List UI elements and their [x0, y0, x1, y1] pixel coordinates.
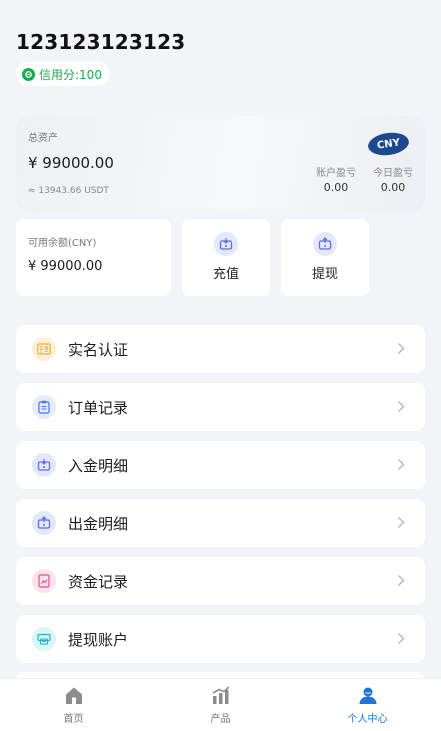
bottom-tab-bar: 首页 产品 个人中心 — [0, 678, 441, 731]
tab-label: 产品 — [210, 714, 231, 725]
ledger-icon — [32, 569, 56, 593]
menu-item-label: 入金明细 — [68, 456, 129, 475]
menu-item-deposit-details[interactable]: 入金明细 — [16, 441, 425, 489]
tab-home[interactable]: 首页 — [0, 679, 147, 731]
credit-icon — [22, 67, 35, 81]
today-pnl: 今日盈亏 0.00 — [371, 164, 415, 194]
menu-item-fund-records[interactable]: 资金记录 — [16, 557, 425, 605]
withdraw-icon — [32, 511, 56, 535]
credit-score-label: 信用分:100 — [39, 67, 102, 82]
available-balance-value: ¥ 99000.00 — [28, 259, 103, 274]
tab-label: 个人中心 — [347, 714, 388, 725]
withdraw-label: 提现 — [311, 267, 338, 282]
chevron-right-icon — [398, 633, 405, 644]
deposit-icon — [214, 232, 238, 256]
account-pnl-label: 账户盈亏 — [316, 168, 356, 179]
withdraw-icon — [313, 232, 337, 256]
menu-item-label: 提现账户 — [68, 630, 129, 649]
chevron-right-icon — [398, 401, 405, 412]
recharge-button[interactable]: 充值 — [182, 219, 270, 296]
clipboard-icon — [32, 395, 56, 419]
today-pnl-label: 今日盈亏 — [373, 168, 413, 179]
available-balance-label: 可用余额(CNY) — [28, 238, 97, 249]
menu-item-withdrawal-account[interactable]: 提现账户 — [16, 615, 425, 663]
user-id: 123123123123 — [16, 30, 186, 54]
deposit-icon — [32, 453, 56, 477]
account-card-icon — [32, 627, 56, 651]
account-pnl-value: 0.00 — [323, 181, 349, 194]
usdt-equivalent: ≈ 13943.66 USDT — [28, 186, 109, 196]
chevron-right-icon — [398, 459, 405, 470]
user-icon — [359, 687, 376, 704]
menu-item-order-records[interactable]: 订单记录 — [16, 383, 425, 431]
today-pnl-value: 0.00 — [380, 181, 406, 194]
total-assets-card: 总资产 ¥ 99000.00 ≈ 13943.66 USDT CNY 账户盈亏 … — [16, 116, 425, 211]
menu-item-real-name-auth[interactable]: 实名认证 — [16, 325, 425, 373]
tab-profile[interactable]: 个人中心 — [294, 679, 441, 731]
account-pnl: 账户盈亏 0.00 — [314, 164, 358, 194]
available-balance-card: 可用余额(CNY) ¥ 99000.00 — [16, 219, 171, 296]
menu-item-label: 订单记录 — [68, 398, 129, 417]
menu-item-label: 实名认证 — [68, 340, 129, 359]
total-assets-value: ¥ 99000.00 — [28, 154, 114, 172]
id-card-icon — [32, 337, 56, 361]
total-assets-label: 总资产 — [28, 133, 58, 144]
tab-label: 首页 — [63, 714, 84, 725]
chevron-right-icon — [398, 575, 405, 586]
tab-products[interactable]: 产品 — [147, 679, 294, 731]
menu-item-withdrawal-details[interactable]: 出金明细 — [16, 499, 425, 547]
currency-badge: CNY — [366, 130, 411, 158]
credit-score-badge: 信用分:100 — [16, 62, 110, 86]
chevron-right-icon — [398, 343, 405, 354]
chevron-right-icon — [398, 517, 405, 528]
home-icon — [65, 687, 82, 704]
withdraw-button[interactable]: 提现 — [281, 219, 369, 296]
menu-item-label: 资金记录 — [68, 572, 129, 591]
recharge-label: 充值 — [212, 267, 239, 282]
menu-item-label: 出金明细 — [68, 514, 129, 533]
chart-icon — [212, 686, 230, 704]
